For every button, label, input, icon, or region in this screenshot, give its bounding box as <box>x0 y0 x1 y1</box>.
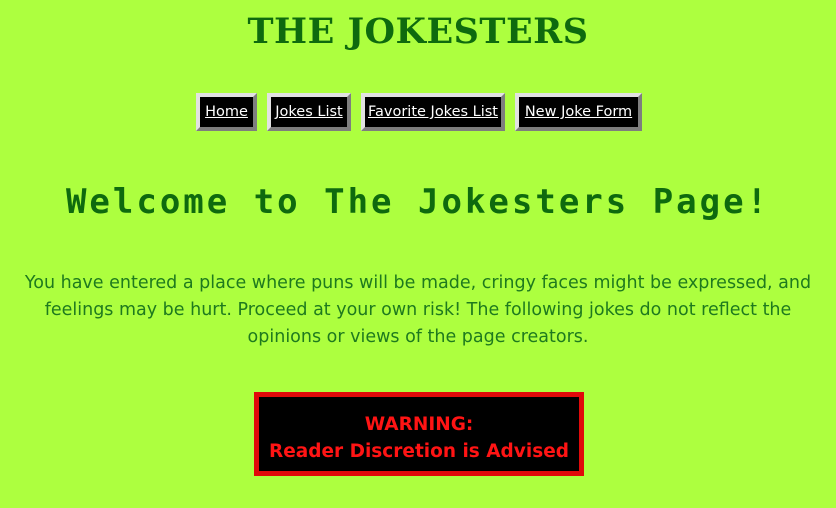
warning-message: Reader Discretion is Advised <box>268 441 570 462</box>
nav-favorite-jokes-link[interactable]: Favorite Jokes List <box>361 93 505 131</box>
nav-home-link[interactable]: Home <box>196 93 257 131</box>
warning-box: WARNING: Reader Discretion is Advised <box>254 392 584 476</box>
warning-title: WARNING: <box>364 414 474 435</box>
site-title: THE JOKESTERS <box>247 11 589 52</box>
welcome-heading: Welcome to The Jokesters Page! <box>65 182 771 222</box>
main-nav: Home Jokes List Favorite Jokes List New … <box>0 93 836 133</box>
nav-new-joke-form-link[interactable]: New Joke Form <box>515 93 642 131</box>
nav-jokes-list-link[interactable]: Jokes List <box>267 93 351 131</box>
intro-paragraph: You have entered a place where puns will… <box>24 273 812 347</box>
